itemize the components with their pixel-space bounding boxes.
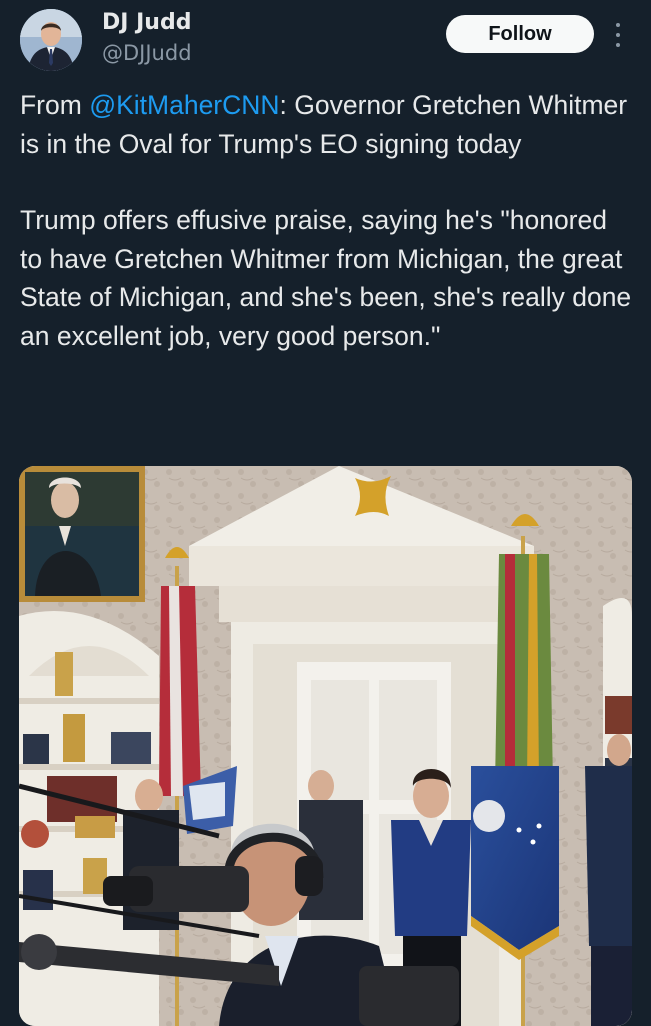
more-dot <box>616 23 620 27</box>
author-handle[interactable]: @DJJudd <box>102 41 192 65</box>
more-dot <box>616 33 620 37</box>
tweet-paragraph-1: From @KitMaherCNN: Governor Gretchen Whi… <box>20 86 632 163</box>
tweet-photo[interactable] <box>19 466 632 1026</box>
tweet-header: DJ Judd @DJJudd Follow <box>0 0 651 80</box>
author-display-name[interactable]: DJ Judd <box>102 10 191 35</box>
tweet-paragraph-2: Trump offers effusive praise, saying he'… <box>20 205 632 351</box>
more-vertical-icon[interactable] <box>608 20 628 50</box>
tweet-text: From @KitMaherCNN: Governor Gretchen Whi… <box>20 86 632 355</box>
tweet-prefix: From <box>20 90 90 120</box>
avatar[interactable] <box>20 9 82 71</box>
more-dot <box>616 43 620 47</box>
follow-button[interactable]: Follow <box>446 15 594 53</box>
mention-link[interactable]: @KitMaherCNN <box>89 90 279 120</box>
